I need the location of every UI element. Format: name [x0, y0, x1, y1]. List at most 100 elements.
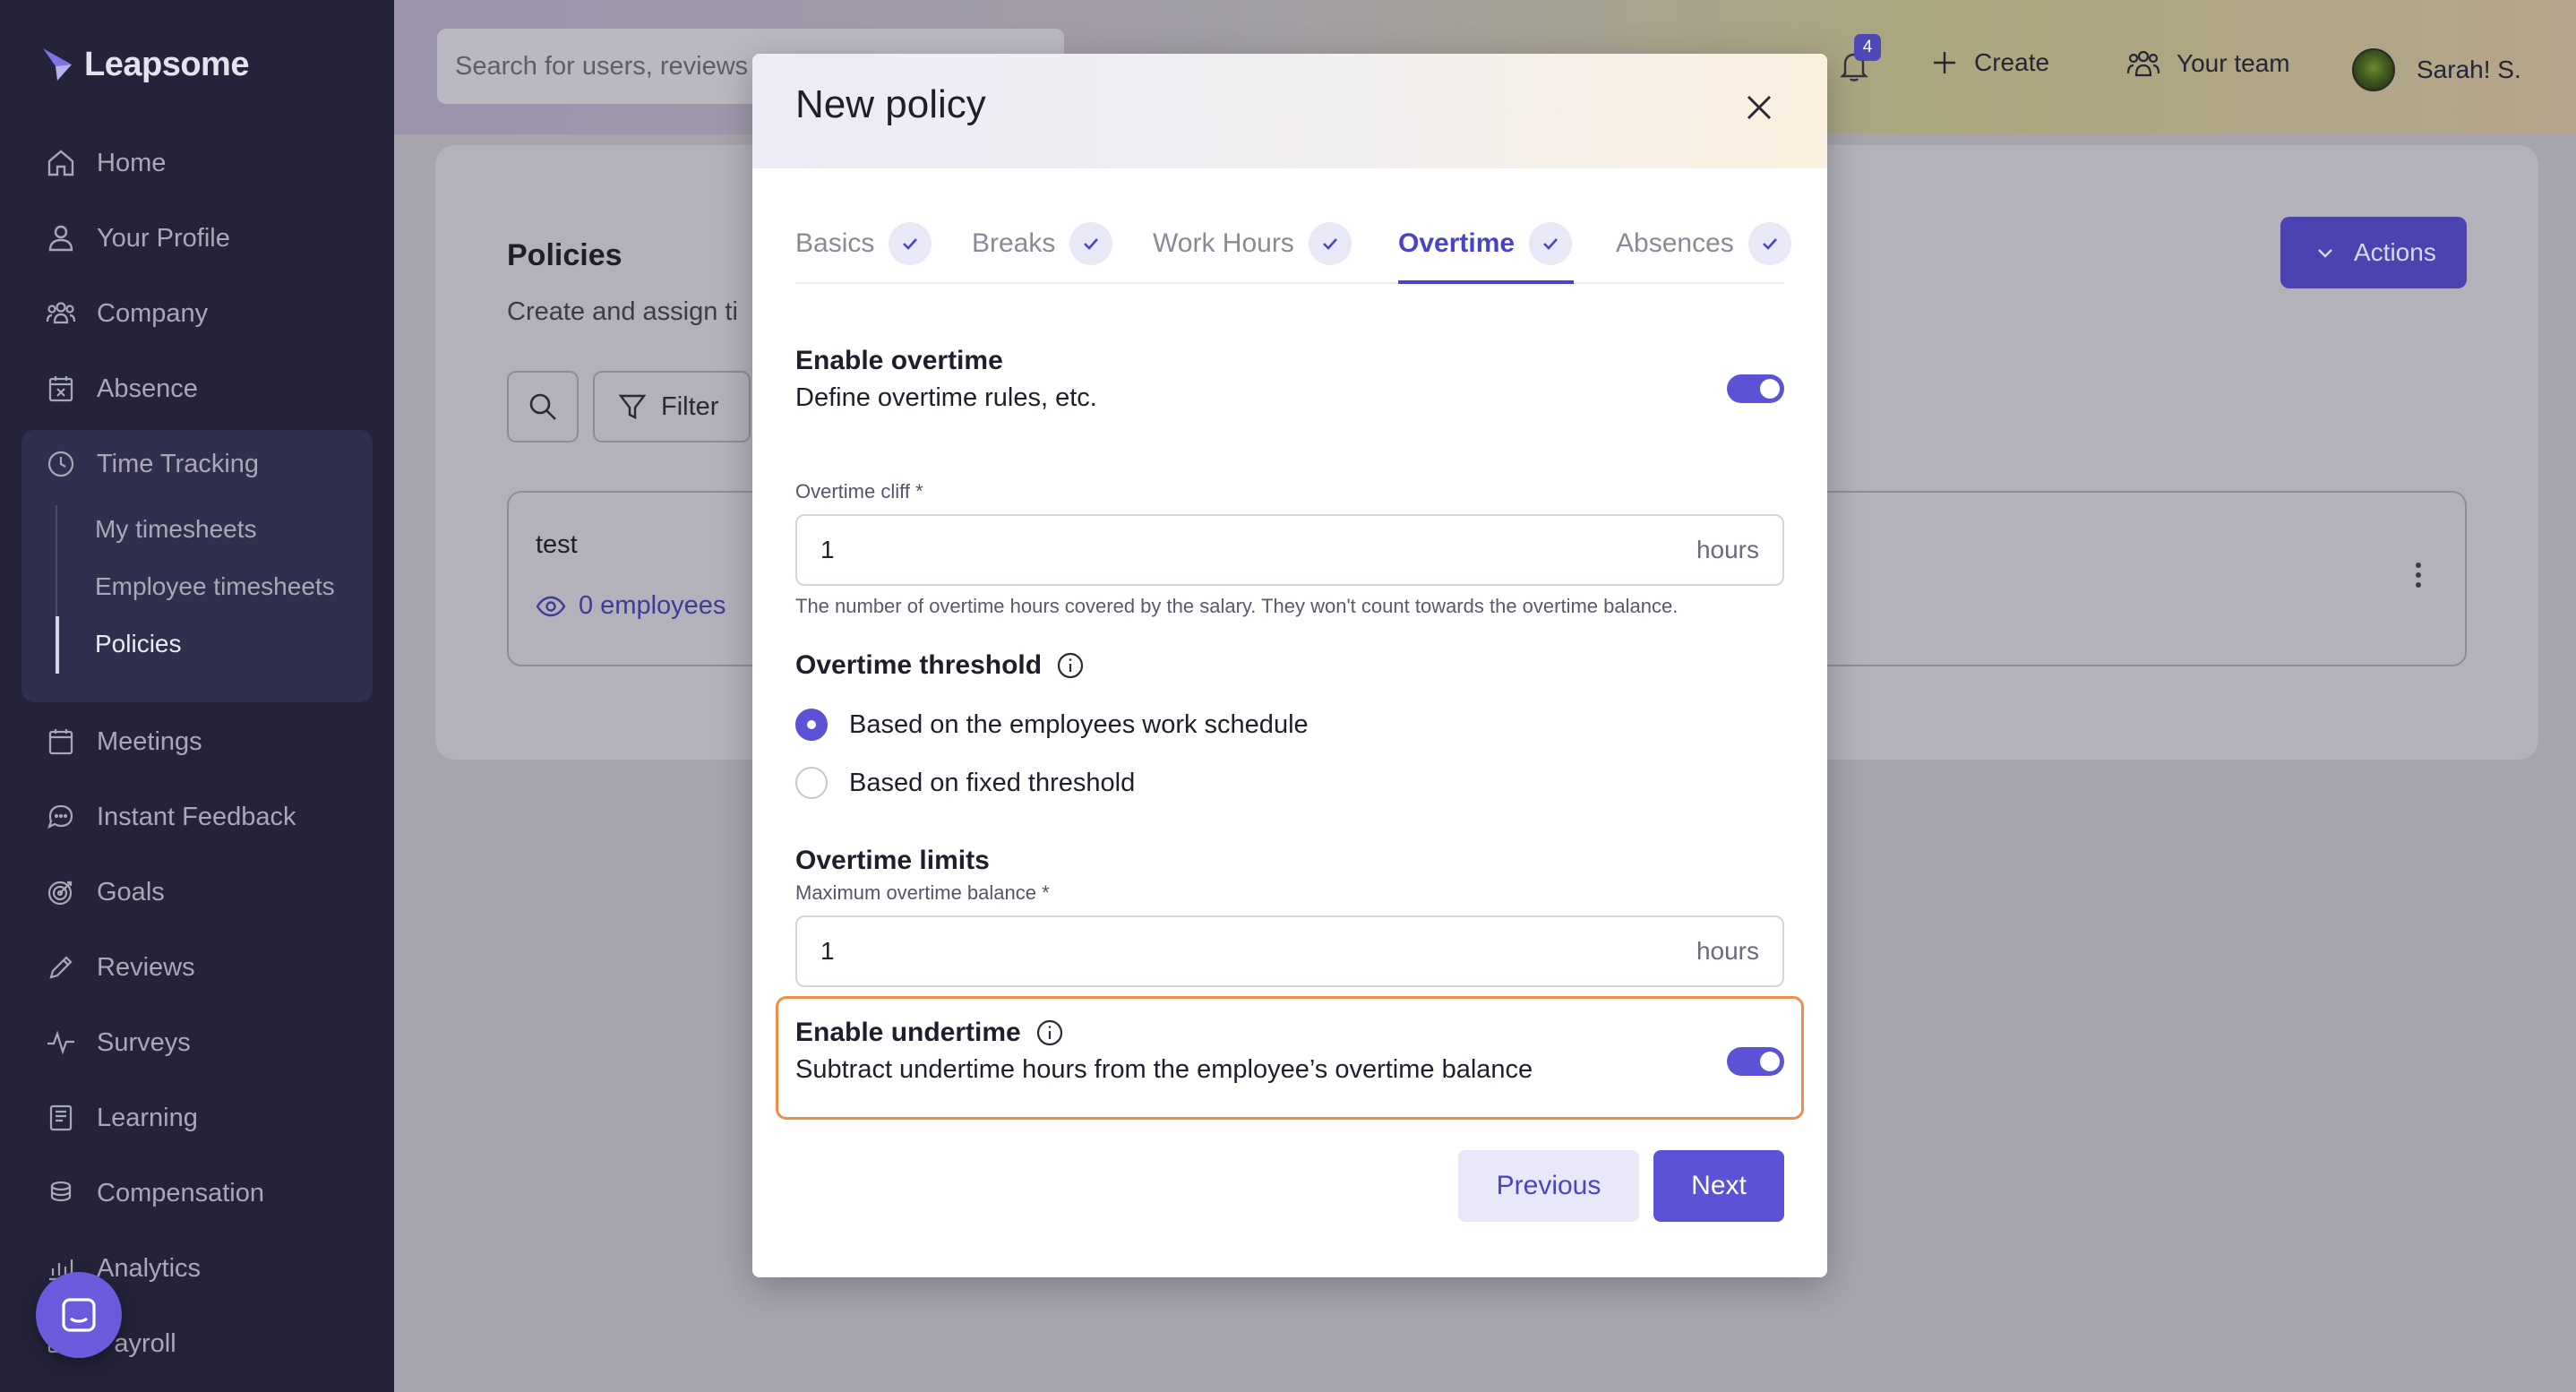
eye-icon — [536, 596, 566, 616]
create-button[interactable]: Create — [1931, 48, 2049, 77]
page-description: Create and assign ti — [507, 297, 738, 326]
sidebar-item-learning[interactable]: Learning — [45, 1102, 198, 1134]
create-label: Create — [1974, 48, 2050, 76]
tab-label: Basics — [795, 228, 875, 258]
tab-breaks[interactable]: Breaks — [972, 222, 1113, 265]
sidebar-item-label: Home — [97, 148, 167, 177]
search-icon — [529, 393, 556, 420]
brand-logo[interactable]: Leapsome — [39, 45, 249, 84]
tab-work-hours[interactable]: Work Hours — [1153, 222, 1352, 265]
filter-label: Filter — [661, 391, 719, 421]
sidebar-subitem-policies[interactable]: Policies — [95, 630, 181, 658]
sidebar-subitem-my-timesheets[interactable]: My timesheets — [95, 515, 257, 544]
enable-undertime-description: Subtract undertime hours from the employ… — [795, 1055, 1533, 1084]
info-icon[interactable] — [1035, 1018, 1064, 1047]
overtime-limits-title: Overtime limits — [795, 846, 990, 875]
enable-overtime-description: Define overtime rules, etc. — [795, 383, 1097, 412]
overtime-cliff-input[interactable]: 1 hours — [795, 514, 1784, 586]
your-team-label: Your team — [2177, 49, 2290, 77]
target-icon — [47, 881, 73, 906]
pencil-icon — [49, 956, 73, 979]
radio-selected — [795, 709, 828, 741]
overtime-cliff-help: The number of overtime hours covered by … — [795, 595, 1679, 617]
sidebar-item-compensation[interactable]: Compensation — [45, 1177, 264, 1209]
sidebar-item-surveys[interactable]: Surveys — [45, 1027, 191, 1059]
brand-name: Leapsome — [84, 45, 249, 83]
tab-label: Absences — [1616, 228, 1734, 258]
max-overtime-balance-value: 1 — [820, 937, 835, 965]
overtime-cliff-unit: hours — [1696, 536, 1759, 563]
tab-basics[interactable]: Basics — [795, 222, 932, 265]
sidebar-item-label: Compensation — [97, 1178, 264, 1207]
new-policy-modal: New policy Basics Breaks Work Hours Over… — [752, 54, 1827, 1277]
plus-icon — [1934, 52, 1955, 73]
tab-label: Breaks — [972, 228, 1056, 258]
sidebar-item-meetings[interactable]: Meetings — [45, 726, 202, 758]
overtime-threshold-heading: Overtime threshold — [795, 650, 1085, 681]
pulse-icon — [47, 1030, 74, 1055]
user-menu[interactable]: Sarah! S. — [2352, 48, 2521, 91]
sidebar-item-instant-feedback[interactable]: Instant Feedback — [45, 801, 296, 833]
info-icon[interactable] — [1056, 651, 1085, 680]
check-icon — [1747, 222, 1791, 265]
max-overtime-balance-input[interactable]: 1 hours — [795, 915, 1784, 987]
your-team-button[interactable]: Your team — [2126, 48, 2290, 79]
actions-button[interactable]: Actions — [2280, 217, 2467, 288]
sidebar-item-label: Learning — [97, 1103, 198, 1132]
sidebar-item-time-tracking[interactable]: Time Tracking — [45, 448, 259, 480]
chevron-down-icon — [2318, 249, 2332, 258]
people-icon — [46, 302, 76, 324]
chat-icon — [47, 804, 73, 829]
sidebar-item-label: Goals — [97, 877, 165, 907]
sidebar-item-label: Analytics — [97, 1253, 202, 1283]
sidebar-item-home[interactable]: Home — [45, 147, 166, 179]
tab-label: Work Hours — [1153, 228, 1294, 258]
tab-label: Overtime — [1398, 228, 1516, 258]
policy-employees-count: 0 employees — [579, 591, 726, 620]
more-options-icon[interactable] — [2413, 561, 2424, 589]
overtime-threshold-title: Overtime threshold — [795, 650, 1043, 680]
enable-overtime-title: Enable overtime — [795, 346, 1003, 375]
user-name: Sarah! S. — [2417, 56, 2521, 83]
next-button[interactable]: Next — [1653, 1150, 1784, 1222]
sidebar-item-label: Your Profile — [97, 223, 230, 253]
sidebar-item-label: Meetings — [97, 726, 202, 756]
threshold-option-schedule[interactable]: Based on the employees work schedule — [795, 709, 1309, 741]
calendar-icon — [48, 729, 73, 755]
tabs-divider — [795, 282, 1784, 284]
sidebar-subitem-employee-timesheets[interactable]: Employee timesheets — [95, 572, 335, 601]
active-tab-indicator — [1398, 280, 1574, 284]
threshold-option-label: Based on the employees work schedule — [849, 709, 1309, 739]
policy-employees-link[interactable]: 0 employees — [536, 591, 726, 621]
enable-undertime-heading: Enable undertime — [795, 1018, 1064, 1048]
chat-widget-icon — [62, 1298, 96, 1332]
check-icon — [1308, 222, 1352, 265]
tab-absences[interactable]: Absences — [1616, 222, 1791, 265]
filter-button[interactable]: Filter — [593, 371, 751, 443]
policy-search-button[interactable] — [507, 371, 579, 443]
overtime-cliff-value: 1 — [820, 536, 835, 563]
sidebar-item-goals[interactable]: Goals — [45, 876, 165, 908]
sidebar: Leapsome Home Your Profile Company Absen… — [0, 0, 394, 1392]
close-icon[interactable] — [1741, 90, 1777, 125]
notifications-badge: 4 — [1854, 34, 1881, 61]
sidebar-item-absence[interactable]: Absence — [45, 373, 198, 405]
check-icon — [1529, 222, 1573, 265]
threshold-option-label: Based on fixed threshold — [849, 768, 1136, 797]
calendar-x-icon — [48, 376, 73, 402]
avatar — [2352, 48, 2395, 91]
modal-title: New policy — [795, 82, 986, 126]
sidebar-item-reviews[interactable]: Reviews — [45, 951, 195, 984]
previous-button[interactable]: Previous — [1458, 1150, 1639, 1222]
check-icon — [889, 222, 932, 265]
enable-overtime-toggle[interactable] — [1727, 374, 1784, 403]
sidebar-item-label: Reviews — [97, 952, 195, 982]
enable-undertime-toggle[interactable] — [1727, 1047, 1784, 1076]
sidebar-item-company[interactable]: Company — [45, 297, 208, 330]
support-chat-button[interactable] — [36, 1272, 122, 1358]
submenu-active-indicator — [56, 616, 59, 674]
tab-overtime[interactable]: Overtime — [1398, 222, 1573, 265]
sidebar-item-profile[interactable]: Your Profile — [45, 222, 230, 254]
threshold-option-fixed[interactable]: Based on fixed threshold — [795, 767, 1135, 799]
home-icon — [47, 150, 74, 176]
